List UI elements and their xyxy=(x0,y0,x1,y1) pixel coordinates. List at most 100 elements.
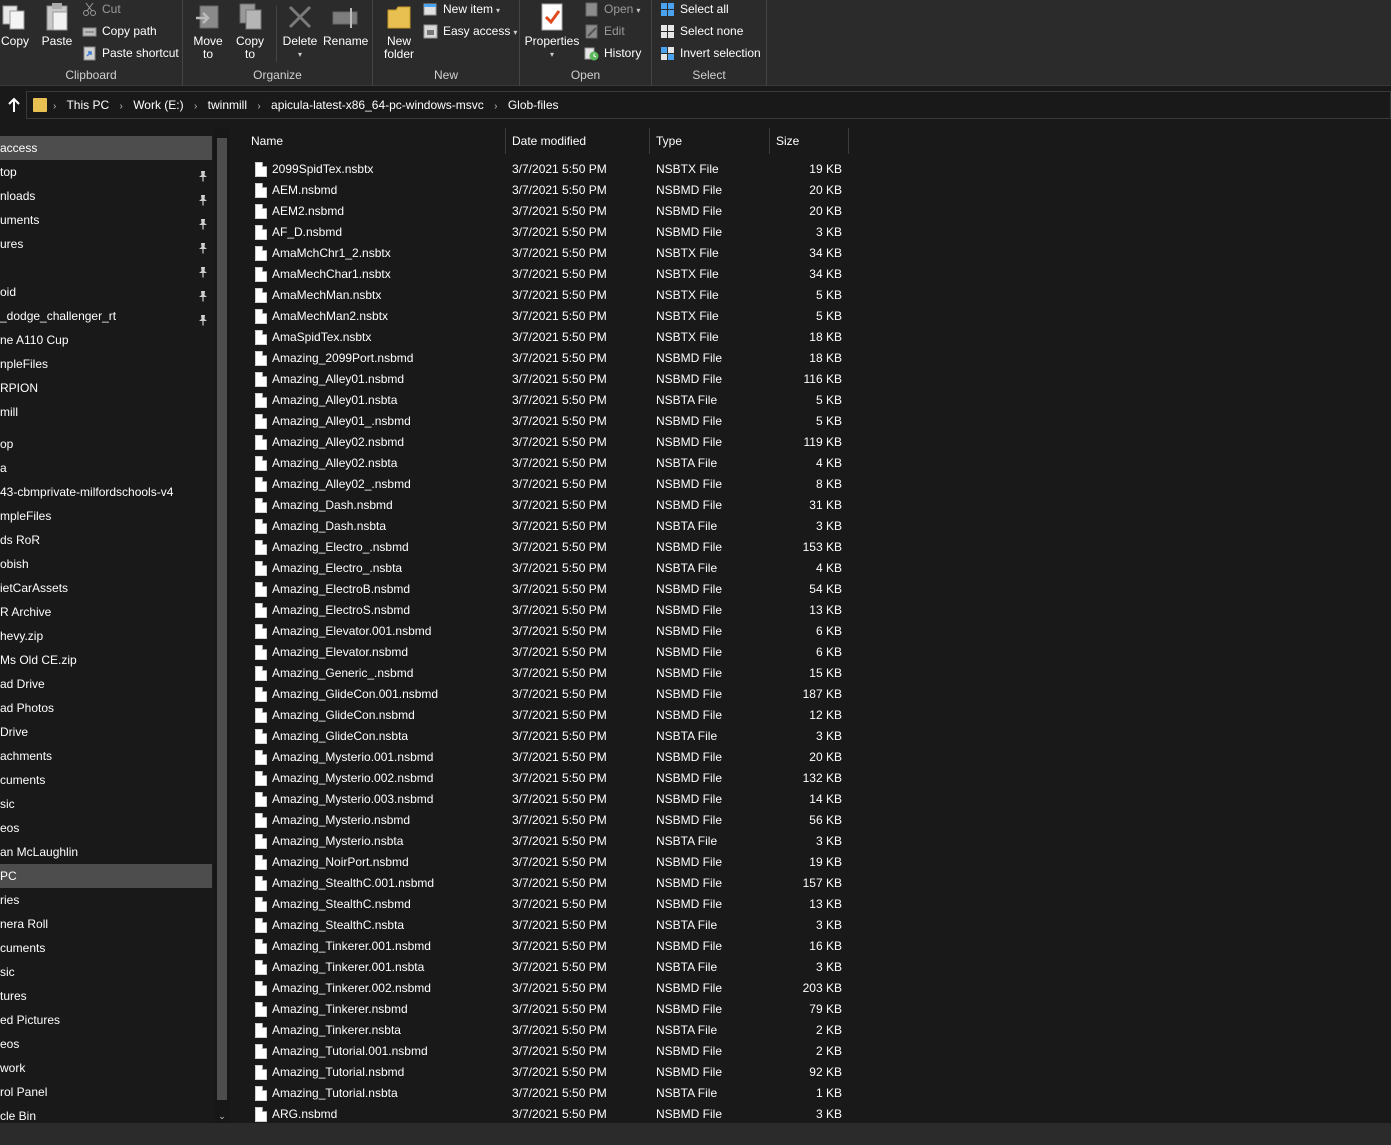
file-row[interactable]: Amazing_Tinkerer.002.nsbmd 3/7/2021 5:50 … xyxy=(236,978,876,999)
file-row[interactable]: Amazing_Alley01.nsbmd 3/7/2021 5:50 PM NSB… xyxy=(236,369,876,390)
nav-item[interactable]: npleFiles xyxy=(0,352,212,376)
edit-button[interactable]: Edit xyxy=(584,22,625,42)
nav-item[interactable]: R Archive xyxy=(0,600,212,624)
file-row[interactable]: Amazing_ElectroS.nsbmd 3/7/2021 5:50 PM NS… xyxy=(236,600,876,621)
file-row[interactable]: Amazing_StealthC.001.nsbmd 3/7/2021 5:50 … xyxy=(236,873,876,894)
file-row[interactable]: Amazing_Tinkerer.nsbta 3/7/2021 5:50 PM NS… xyxy=(236,1020,876,1041)
nav-item[interactable]: RPION xyxy=(0,376,212,400)
nav-item[interactable]: oid xyxy=(0,280,212,304)
file-row[interactable]: Amazing_Generic_.nsbmd 3/7/2021 5:50 PM NS… xyxy=(236,663,876,684)
cut-button[interactable]: Cut xyxy=(82,0,121,20)
nav-item[interactable]: a xyxy=(0,456,212,480)
nav-item[interactable]: cuments xyxy=(0,768,212,792)
file-row[interactable]: AF_D.nsbmd 3/7/2021 5:50 PM NSBMD File 3 KB xyxy=(236,222,876,243)
nav-item[interactable]: eos xyxy=(0,816,212,840)
select-none-button[interactable]: Select none xyxy=(660,22,743,42)
select-all-button[interactable]: Select all xyxy=(660,0,729,20)
nav-item[interactable]: ures xyxy=(0,232,212,256)
nav-item[interactable]: an McLaughlin xyxy=(0,840,212,864)
nav-item[interactable]: _dodge_challenger_rt xyxy=(0,304,212,328)
breadcrumb-apicula[interactable]: apicula-latest-x86_64-pc-windows-msvc xyxy=(271,98,484,112)
file-row[interactable]: Amazing_Mysterio.nsbta 3/7/2021 5:50 PM NS… xyxy=(236,831,876,852)
column-divider[interactable] xyxy=(848,128,849,154)
open-button[interactable]: Open ▾ xyxy=(584,0,640,20)
nav-item[interactable]: ne A110 Cup xyxy=(0,328,212,352)
file-row[interactable]: Amazing_Alley02_.nsbmd 3/7/2021 5:50 PM NS… xyxy=(236,474,876,495)
nav-item[interactable]: ad Photos xyxy=(0,696,212,720)
chevron-right-icon[interactable]: › xyxy=(120,101,123,112)
nav-item[interactable]: mpleFiles xyxy=(0,504,212,528)
nav-item[interactable]: mill xyxy=(0,400,212,424)
nav-item[interactable] xyxy=(0,256,212,280)
nav-item[interactable]: ed Pictures xyxy=(0,1008,212,1032)
rename-button[interactable]: Rename xyxy=(323,2,368,48)
file-row[interactable]: Amazing_GlideCon.nsbmd 3/7/2021 5:50 PM NS… xyxy=(236,705,876,726)
file-row[interactable]: Amazing_2099Port.nsbmd 3/7/2021 5:50 PM NS… xyxy=(236,348,876,369)
chevron-right-icon[interactable]: › xyxy=(194,101,197,112)
nav-item[interactable]: ietCarAssets xyxy=(0,576,212,600)
file-row[interactable]: 2099SpidTex.nsbtx 3/7/2021 5:50 PM NSBTX F… xyxy=(236,159,876,180)
paste-button[interactable]: Paste xyxy=(38,2,76,48)
file-row[interactable]: Amazing_Tutorial.001.nsbmd 3/7/2021 5:50 … xyxy=(236,1041,876,1062)
nav-item[interactable]: achments xyxy=(0,744,212,768)
file-row[interactable]: Amazing_Electro_.nsbta 3/7/2021 5:50 PM NS… xyxy=(236,558,876,579)
file-row[interactable]: Amazing_Mysterio.003.nsbmd 3/7/2021 5:50 … xyxy=(236,789,876,810)
nav-item[interactable]: ad Drive xyxy=(0,672,212,696)
copy-button[interactable]: Copy xyxy=(0,2,30,48)
nav-item[interactable]: tures xyxy=(0,984,212,1008)
nav-item[interactable]: nera Roll xyxy=(0,912,212,936)
breadcrumb-this-pc[interactable]: This PC xyxy=(66,98,109,112)
chevron-right-icon[interactable]: › xyxy=(494,101,497,112)
file-row[interactable]: Amazing_Mysterio.nsbmd 3/7/2021 5:50 PM NS… xyxy=(236,810,876,831)
file-row[interactable]: Amazing_Tutorial.nsbmd 3/7/2021 5:50 PM NS… xyxy=(236,1062,876,1083)
file-row[interactable]: AEM2.nsbmd 3/7/2021 5:50 PM NSBMD File 20 K… xyxy=(236,201,876,222)
nav-item[interactable]: ds RoR xyxy=(0,528,212,552)
nav-item[interactable]: cle Bin xyxy=(0,1104,212,1123)
nav-item[interactable]: nloads xyxy=(0,184,212,208)
file-row[interactable]: Amazing_Mysterio.001.nsbmd 3/7/2021 5:50 … xyxy=(236,747,876,768)
nav-scroll-thumb[interactable] xyxy=(217,138,227,1100)
file-row[interactable]: Amazing_Tinkerer.001.nsbta 3/7/2021 5:50 … xyxy=(236,957,876,978)
file-row[interactable]: Amazing_Elevator.nsbmd 3/7/2021 5:50 PM NS… xyxy=(236,642,876,663)
up-arrow-icon[interactable] xyxy=(6,97,22,113)
nav-item[interactable]: access xyxy=(0,136,212,160)
new-item-button[interactable]: New item ▾ xyxy=(423,0,500,20)
nav-item[interactable]: Ms Old CE.zip xyxy=(0,648,212,672)
column-header-size[interactable]: Size xyxy=(770,128,848,154)
breadcrumb-twinmill[interactable]: twinmill xyxy=(208,98,247,112)
nav-item[interactable]: 43-cbmprivate-milfordschools-v4 xyxy=(0,480,212,504)
file-row[interactable]: Amazing_StealthC.nsbmd 3/7/2021 5:50 PM NS… xyxy=(236,894,876,915)
scroll-down-arrow-icon[interactable]: ⌄ xyxy=(216,1111,228,1121)
nav-item[interactable]: ries xyxy=(0,888,212,912)
file-row[interactable]: Amazing_Tinkerer.001.nsbmd 3/7/2021 5:50 … xyxy=(236,936,876,957)
nav-item[interactable]: rol Panel xyxy=(0,1080,212,1104)
file-row[interactable]: Amazing_GlideCon.nsbta 3/7/2021 5:50 PM NS… xyxy=(236,726,876,747)
file-row[interactable]: Amazing_ElectroB.nsbmd 3/7/2021 5:50 PM NS… xyxy=(236,579,876,600)
file-row[interactable]: AmaMechMan.nsbtx 3/7/2021 5:50 PM NSBTX Fi… xyxy=(236,285,876,306)
history-button[interactable]: History xyxy=(584,44,641,64)
column-header-date[interactable]: Date modified xyxy=(506,128,649,154)
file-row[interactable]: Amazing_Alley01_.nsbmd 3/7/2021 5:50 PM NS… xyxy=(236,411,876,432)
file-row[interactable]: AmaMechMan2.nsbtx 3/7/2021 5:50 PM NSBTX F… xyxy=(236,306,876,327)
file-row[interactable]: Amazing_StealthC.nsbta 3/7/2021 5:50 PM NS… xyxy=(236,915,876,936)
file-row[interactable]: Amazing_Dash.nsbmd 3/7/2021 5:50 PM NSBMD … xyxy=(236,495,876,516)
nav-item[interactable]: obish xyxy=(0,552,212,576)
paste-shortcut-button[interactable]: Paste shortcut xyxy=(82,44,179,64)
file-row[interactable]: Amazing_GlideCon.001.nsbmd 3/7/2021 5:50 … xyxy=(236,684,876,705)
nav-item[interactable]: PC xyxy=(0,864,212,888)
column-header-type[interactable]: Type xyxy=(650,128,769,154)
file-row[interactable]: Amazing_Alley02.nsbta 3/7/2021 5:50 PM NSB… xyxy=(236,453,876,474)
file-row[interactable]: Amazing_Tutorial.nsbta 3/7/2021 5:50 PM NS… xyxy=(236,1083,876,1104)
nav-item[interactable]: sic xyxy=(0,792,212,816)
chevron-right-icon[interactable]: › xyxy=(257,101,260,112)
nav-item[interactable]: cuments xyxy=(0,936,212,960)
nav-item[interactable]: top xyxy=(0,160,212,184)
breadcrumb-glob-files[interactable]: Glob-files xyxy=(508,98,559,112)
nav-scrollbar[interactable]: ⌄ xyxy=(214,128,230,1123)
file-row[interactable]: AEM.nsbmd 3/7/2021 5:50 PM NSBMD File 20 KB xyxy=(236,180,876,201)
copy-path-button[interactable]: Copy path xyxy=(82,22,157,42)
file-row[interactable]: Amazing_Alley01.nsbta 3/7/2021 5:50 PM NSB… xyxy=(236,390,876,411)
file-row[interactable]: Amazing_Tinkerer.nsbmd 3/7/2021 5:50 PM NS… xyxy=(236,999,876,1020)
properties-button[interactable]: Properties ▾ xyxy=(524,2,580,61)
file-row[interactable]: Amazing_Electro_.nsbmd 3/7/2021 5:50 PM NS… xyxy=(236,537,876,558)
